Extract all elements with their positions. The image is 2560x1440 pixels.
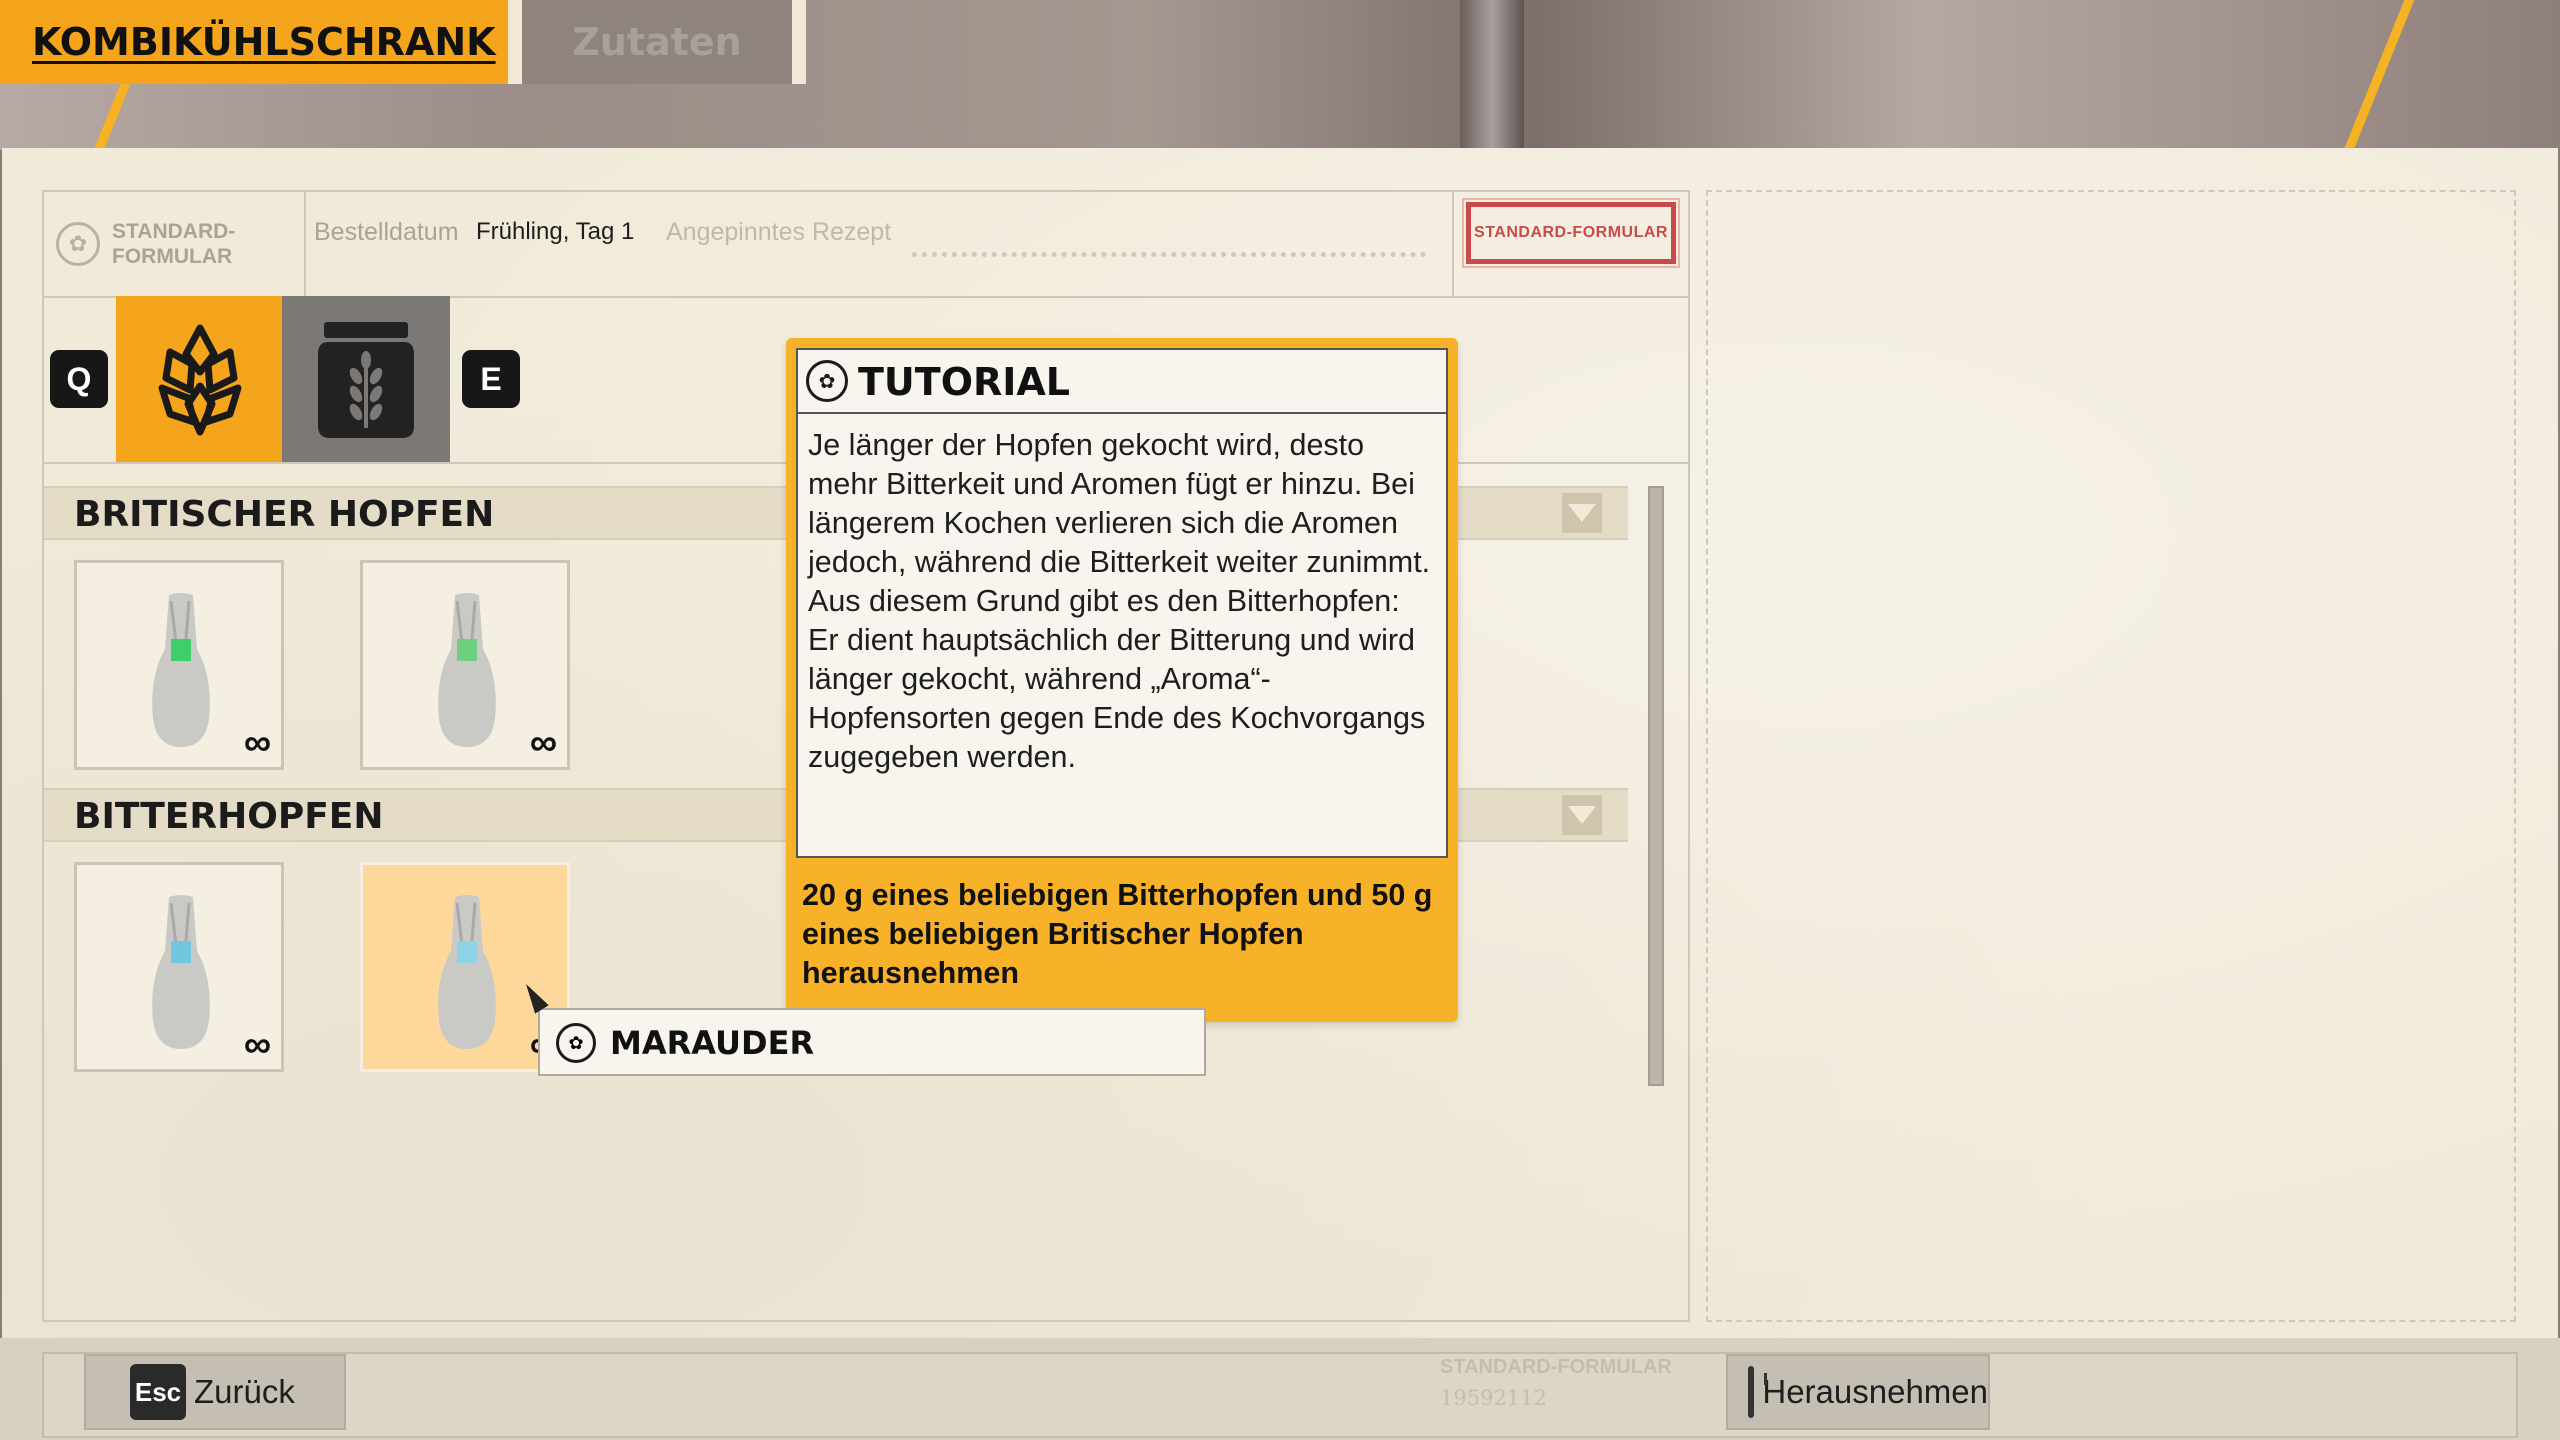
category-hops-button[interactable]: [116, 296, 284, 462]
tutorial-body: Je länger der Hopfen gekocht wird, desto…: [796, 414, 1448, 858]
tutorial-popup: ✿ TUTORIAL Je länger der Hopfen gekocht …: [786, 338, 1458, 1022]
tab-kombikuehlschrank[interactable]: KOMBIKÜHLSCHRANK: [0, 0, 508, 84]
order-date-value: Frühling, Tag 1: [476, 218, 635, 245]
section-title: BITTERHOPFEN: [74, 796, 384, 837]
form-stamp: STANDARD-FORMULAR: [1462, 198, 1680, 268]
take-out-button[interactable]: Herausnehmen: [1726, 1354, 1990, 1430]
tab-divider: [792, 0, 806, 84]
form-type-label: STANDARD-FORMULAR: [1440, 1356, 1672, 1378]
form-logo: ✿ STANDARD- FORMULAR: [44, 192, 306, 296]
pinned-recipe-label: Angepinntes Rezept: [666, 218, 892, 246]
back-button[interactable]: Esc Zurück: [84, 1354, 346, 1430]
pinned-recipe-line: [912, 252, 1426, 257]
item-tooltip: ✿ MARAUDER: [538, 1008, 1206, 1076]
header-divider: [1452, 192, 1454, 296]
hops-logo-icon: ✿: [56, 222, 100, 266]
tutorial-title: TUTORIAL: [858, 360, 1071, 404]
tutorial-text: Je länger der Hopfen gekocht wird, desto…: [808, 428, 1431, 774]
prev-category-key[interactable]: Q: [50, 350, 108, 408]
tab-divider: [508, 0, 522, 84]
order-date-label: Bestelldatum: [314, 218, 459, 246]
logo-line-1: STANDARD-: [112, 220, 236, 243]
bottom-bar-frame: [42, 1352, 2518, 1438]
hop-sack-icon: [152, 895, 210, 1049]
section-title: BRITISCHER HOPFEN: [74, 494, 495, 535]
item-count: ∞: [243, 722, 271, 764]
item-count: ∞: [529, 722, 557, 764]
background-pillar: [1460, 0, 1524, 150]
ingredient-slot[interactable]: ∞: [74, 560, 284, 770]
grain-jar-icon: [318, 322, 414, 438]
tutorial-task: 20 g eines beliebigen Bitterhopfen und 5…: [802, 878, 1433, 990]
mouse-left-click-icon: [1748, 1366, 1769, 1418]
category-grain-button[interactable]: [282, 296, 450, 462]
hops-icon: [158, 324, 242, 436]
logo-line-2: FORMULAR: [112, 245, 233, 268]
hops-badge-icon: ✿: [806, 360, 848, 402]
collapse-arrow-icon[interactable]: [1562, 493, 1602, 533]
tutorial-header: ✿ TUTORIAL: [796, 348, 1448, 414]
collapse-arrow-icon[interactable]: [1562, 795, 1602, 835]
next-category-key[interactable]: E: [462, 350, 520, 408]
form-number: 19592112: [1440, 1386, 1547, 1410]
ingredient-slot[interactable]: ∞: [360, 560, 570, 770]
item-count: ∞: [243, 1024, 271, 1066]
back-label: Zurück: [194, 1373, 295, 1410]
tooltip-label: MARAUDER: [610, 1024, 815, 1062]
tab-zutaten[interactable]: Zutaten: [522, 0, 792, 84]
recipe-panel: [1706, 190, 2516, 1322]
hop-sack-icon: [438, 593, 496, 747]
tab-label: KOMBIKÜHLSCHRANK: [32, 20, 496, 64]
hops-badge-icon: ✿: [556, 1023, 596, 1063]
hop-sack-icon: [152, 593, 210, 747]
hop-sack-icon: [438, 895, 496, 1049]
ingredient-slot[interactable]: ∞: [74, 862, 284, 1072]
take-out-label: Herausnehmen: [1762, 1373, 1988, 1410]
esc-key-icon: Esc: [130, 1364, 186, 1420]
tab-label: Zutaten: [572, 20, 742, 64]
top-tab-bar: KOMBIKÜHLSCHRANK Zutaten: [0, 0, 806, 84]
ingredient-list-scrollbar[interactable]: [1648, 486, 1664, 1086]
